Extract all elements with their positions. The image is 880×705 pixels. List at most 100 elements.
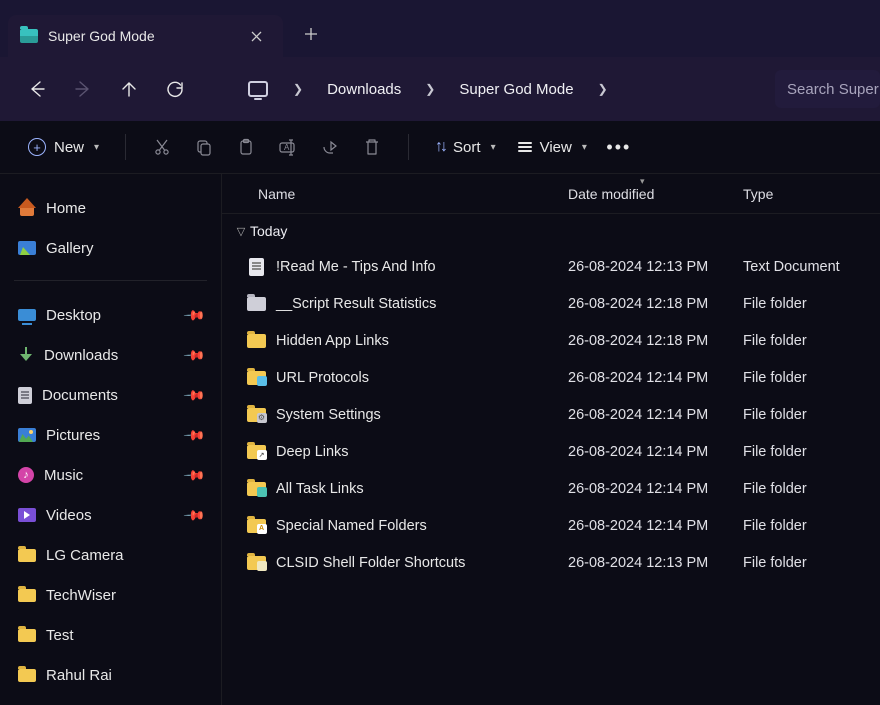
sort-label: Sort (453, 139, 481, 156)
new-button[interactable]: + New ▾ (18, 132, 109, 162)
file-date: 26-08-2024 12:14 PM (568, 407, 743, 423)
toolbar: + New ▾ A ↑↓ Sort ▾ View ▾ ••• (0, 121, 880, 174)
chevron-down-icon: ▽ (232, 225, 250, 238)
sort-button[interactable]: ↑↓ Sort ▾ (425, 132, 506, 162)
file-row[interactable]: CLSID Shell Folder Shortcuts 26-08-2024 … (222, 544, 880, 581)
file-date: 26-08-2024 12:14 PM (568, 444, 743, 460)
file-date: 26-08-2024 12:18 PM (568, 333, 743, 349)
file-type: File folder (743, 481, 807, 497)
share-button[interactable] (310, 127, 350, 167)
delete-button[interactable] (352, 127, 392, 167)
sidebar-item-label: Test (46, 627, 74, 644)
folder-icon (18, 589, 36, 602)
file-name: __Script Result Statistics (276, 296, 436, 312)
view-button[interactable]: View ▾ (508, 133, 597, 162)
file-date: 26-08-2024 12:18 PM (568, 296, 743, 312)
new-tab-button[interactable] (289, 12, 333, 56)
back-button[interactable] (18, 70, 56, 108)
breadcrumb: ❯ Downloads ❯ Super God Mode ❯ (239, 70, 620, 108)
sidebar: Home Gallery Desktop 📌 Downloads 📌 Docum… (0, 174, 222, 705)
sidebar-item-lg camera[interactable]: LG Camera (8, 535, 213, 575)
up-button[interactable] (110, 70, 148, 108)
gallery-icon (18, 241, 36, 255)
file-date: 26-08-2024 12:13 PM (568, 259, 743, 275)
sidebar-item-label: Documents (42, 387, 118, 404)
tab-close-button[interactable] (245, 25, 267, 47)
crumb-separator-icon: ❯ (586, 82, 620, 96)
file-type: File folder (743, 444, 807, 460)
folder-icon (247, 482, 266, 496)
file-date: 26-08-2024 12:14 PM (568, 518, 743, 534)
file-date: 26-08-2024 12:13 PM (568, 555, 743, 571)
file-row[interactable]: All Task Links 26-08-2024 12:14 PM File … (222, 470, 880, 507)
pin-icon: 📌 (182, 503, 206, 527)
sidebar-item-gallery[interactable]: Gallery (8, 228, 213, 268)
sidebar-item-downloads[interactable]: Downloads 📌 (8, 335, 213, 375)
folder-tab-icon (20, 29, 38, 43)
folder-icon (247, 371, 266, 385)
sidebar-item-rahul rai[interactable]: Rahul Rai (8, 655, 213, 695)
sidebar-item-label: Music (44, 467, 83, 484)
file-type: File folder (743, 333, 807, 349)
file-row[interactable]: ↗ Deep Links 26-08-2024 12:14 PM File fo… (222, 433, 880, 470)
group-header[interactable]: ▽ Today (222, 214, 880, 248)
pc-root-icon[interactable] (239, 70, 277, 108)
crumb-current[interactable]: Super God Mode (451, 81, 581, 98)
file-row[interactable]: Hidden App Links 26-08-2024 12:18 PM Fil… (222, 322, 880, 359)
folder-icon (247, 297, 266, 311)
file-date: 26-08-2024 12:14 PM (568, 370, 743, 386)
view-list-icon (518, 142, 532, 152)
copy-button[interactable] (184, 127, 224, 167)
sidebar-item-techwiser[interactable]: TechWiser (8, 575, 213, 615)
column-header: Name Date modified Type ▾ (222, 174, 880, 214)
sidebar-item-label: Downloads (44, 347, 118, 364)
pin-icon: 📌 (182, 463, 206, 487)
folder-icon (247, 334, 266, 348)
main: Home Gallery Desktop 📌 Downloads 📌 Docum… (0, 174, 880, 705)
sidebar-item-test[interactable]: Test (8, 615, 213, 655)
navbar: ❯ Downloads ❯ Super God Mode ❯ Search Su… (0, 57, 880, 121)
folder-icon: A (247, 519, 266, 533)
col-date-header[interactable]: Date modified (568, 186, 743, 202)
file-row[interactable]: !Read Me - Tips And Info 26-08-2024 12:1… (222, 248, 880, 285)
search-input[interactable]: Search Super God Mode (775, 70, 880, 108)
file-pane: Name Date modified Type ▾ ▽ Today !Read … (222, 174, 880, 705)
col-type-header[interactable]: Type (743, 186, 773, 202)
sidebar-item-documents[interactable]: Documents 📌 (8, 375, 213, 415)
col-name-header[interactable]: Name (258, 186, 568, 202)
titlebar: Super God Mode (0, 0, 880, 57)
pin-icon: 📌 (182, 383, 206, 407)
svg-text:A: A (284, 143, 290, 152)
text-file-icon (249, 258, 264, 276)
paste-button[interactable] (226, 127, 266, 167)
document-icon (18, 387, 32, 404)
file-name: Hidden App Links (276, 333, 389, 349)
music-icon: ♪ (18, 467, 34, 483)
refresh-button[interactable] (156, 70, 194, 108)
rename-button[interactable]: A (268, 127, 308, 167)
crumb-downloads[interactable]: Downloads (319, 81, 409, 98)
pin-icon: 📌 (182, 343, 206, 367)
file-row[interactable]: ⚙ System Settings 26-08-2024 12:14 PM Fi… (222, 396, 880, 433)
file-name: URL Protocols (276, 370, 369, 386)
folder-icon (18, 549, 36, 562)
file-type: File folder (743, 370, 807, 386)
new-label: New (54, 139, 84, 156)
more-button[interactable]: ••• (599, 137, 639, 158)
video-icon (18, 508, 36, 522)
file-row[interactable]: URL Protocols 26-08-2024 12:14 PM File f… (222, 359, 880, 396)
sidebar-item-music[interactable]: ♪ Music 📌 (8, 455, 213, 495)
file-row[interactable]: __Script Result Statistics 26-08-2024 12… (222, 285, 880, 322)
sidebar-item-home[interactable]: Home (8, 188, 213, 228)
tab-active[interactable]: Super God Mode (8, 15, 283, 57)
file-row[interactable]: A Special Named Folders 26-08-2024 12:14… (222, 507, 880, 544)
tab-title: Super God Mode (48, 28, 155, 44)
forward-button[interactable] (64, 70, 102, 108)
file-type: Text Document (743, 259, 840, 275)
sidebar-item-videos[interactable]: Videos 📌 (8, 495, 213, 535)
cut-button[interactable] (142, 127, 182, 167)
sidebar-item-pictures[interactable]: Pictures 📌 (8, 415, 213, 455)
folder-icon: ⚙ (247, 408, 266, 422)
sidebar-item-desktop[interactable]: Desktop 📌 (8, 295, 213, 335)
sidebar-divider (14, 280, 207, 281)
